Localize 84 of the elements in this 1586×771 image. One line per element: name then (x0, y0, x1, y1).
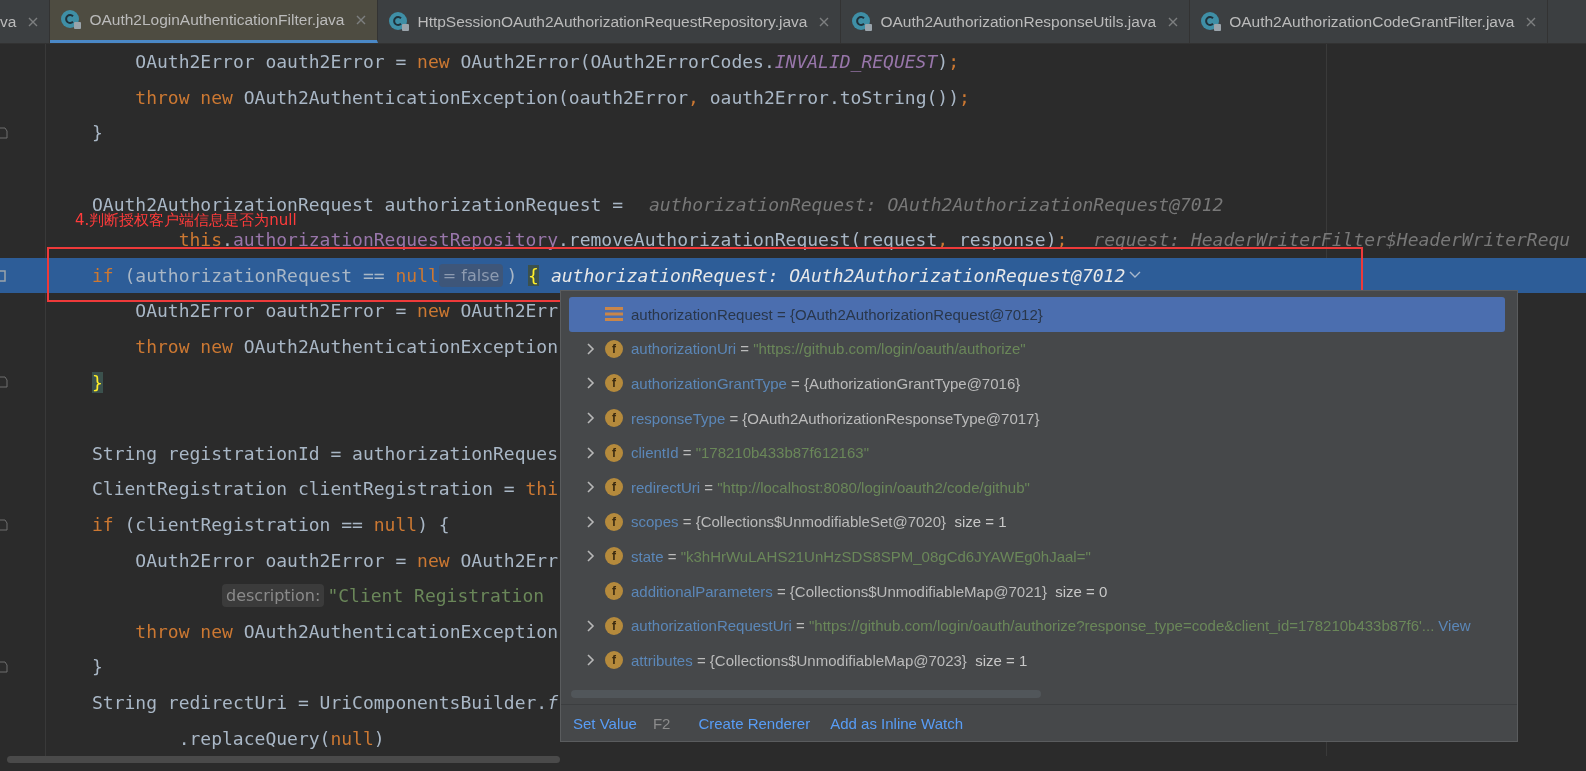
field-icon: f (605, 582, 623, 601)
variable-text: additionalParameters = {Collections$UnmodifiableMap@7021} size = 0 (631, 582, 1108, 600)
action-link[interactable]: Add as Inline Watch (830, 714, 964, 732)
inlay-hint: description: (222, 584, 325, 608)
variable-row[interactable]: f authorizationRequestUri = "https://github.com/login/oauth/authorize?response_type=code&client_id=178210b433b87f6'... View (569, 608, 1505, 643)
action-link[interactable]: Set Value (573, 714, 637, 732)
variable-row[interactable]: f responseType = {OAuth2AuthorizationResponseType@7017} (569, 400, 1505, 436)
variable-row[interactable]: f redirectUri = "http://localhost:8080/login/oauth2/code/github" (569, 469, 1505, 505)
code-text: throw new OAuth2AuthenticationException (135, 336, 558, 358)
field-icon: f (605, 478, 623, 497)
variable-text: authorizationRequest = {OAuth2AuthorizationRequest@7012} (631, 305, 1043, 323)
code-text: if (clientRegistration == null) { (92, 514, 450, 535)
action-link[interactable]: Create Renderer (698, 714, 811, 732)
variable-text: authorizationGrantType = {AuthorizationGrantType@7016} (631, 375, 1021, 392)
expand-icon[interactable] (587, 654, 595, 667)
expand-icon[interactable] (587, 446, 595, 459)
variable-text: authorizationRequestUri = "https://github.com/login/oauth/authorize?response_type=code&client_id=178210b433b87f6'... (631, 617, 1435, 635)
code-text: String redirectUri = UriComponentsBuilder.f (92, 692, 558, 713)
expand-icon[interactable] (587, 550, 595, 563)
expand-icon[interactable] (587, 619, 595, 632)
code-text: "Client Registration (327, 585, 545, 607)
variable-row[interactable]: f clientId = "178210b433b87f612163" (569, 435, 1505, 470)
variable-row[interactable]: f scopes = {Collections$UnmodifiableSet@7020} size = 1 (569, 504, 1505, 540)
code-text: OAuth2Error oauth2Error = new OAuth2Err (135, 549, 558, 571)
fold-icon[interactable] (0, 661, 8, 674)
close-icon[interactable] (818, 15, 831, 28)
fold-icon[interactable] (0, 376, 8, 389)
close-icon[interactable] (355, 14, 368, 26)
close-icon[interactable] (1525, 15, 1538, 28)
code-text: throw new OAuth2AuthenticationException (135, 620, 558, 642)
code-text: OAuth2Error oauth2Error = new OAuth2Error(OAuth2ErrorCodes.INVALID_REQUEST); (135, 51, 959, 73)
code-text: .replaceQuery(null) (178, 727, 385, 749)
code-text: } (92, 371, 103, 393)
code-text: String registrationId = authorizationReques (92, 442, 558, 464)
field-icon: f (605, 339, 623, 358)
variable-text: scopes = {Collections$UnmodifiableSet@7020} size = 1 (631, 513, 1007, 531)
variable-text: authorizationUri = "https://github.com/login/oauth/authorize" (631, 340, 1026, 358)
variable-row[interactable]: authorizationRequest = {OAuth2AuthorizationRequest@7012} (569, 297, 1505, 332)
variable-text: state = "k3hHrWuLAHS21UnHzSDS8SPM_08gCd6JYAWEg0hJaal=" (631, 547, 1091, 565)
code-text: } (92, 656, 103, 678)
execution-point-icon (0, 268, 8, 283)
field-icon: f (605, 409, 623, 428)
variable-row[interactable]: f authorizationUri = "https://github.com/login/oauth/authorize" (569, 331, 1505, 367)
variable-text: clientId = "178210b433b87f612163" (631, 444, 869, 462)
debug-value: authorizationRequest: OAuth2AuthorizationRequest@7012 (550, 264, 1126, 286)
field-icon: f (605, 651, 623, 670)
fold-icon[interactable] (0, 127, 8, 140)
chevron-down-icon[interactable] (1129, 271, 1142, 280)
fold-icon[interactable] (0, 518, 8, 531)
field-icon: f (605, 616, 623, 635)
field-icon: f (605, 512, 623, 531)
expand-icon[interactable] (587, 412, 595, 425)
field-icon: f (605, 547, 623, 566)
code-text: } (92, 122, 103, 144)
expand-icon[interactable] (587, 481, 595, 494)
file-tab[interactable]: OAuth2LoginAuthenticationFilter.java (50, 0, 379, 43)
code-text: OAuth2Error oauth2Error = new OAuth2Err (135, 300, 558, 322)
inlay-hint: = false (438, 263, 504, 287)
variable-text: attributes = {Collections$UnmodifiableMap@7023} size = 1 (631, 651, 1028, 669)
scrollbar[interactable] (7, 756, 560, 763)
code-text: ) { (506, 264, 539, 286)
variable-text: responseType = {OAuth2AuthorizationResponseType@7017} (631, 409, 1040, 427)
variable-row[interactable]: f authorizationGrantType = {AuthorizationGrantType@7016} (569, 366, 1505, 401)
expand-icon[interactable] (587, 377, 595, 390)
variable-text: redirectUri = "http://localhost:8080/login/oauth2/code/github" (631, 478, 1030, 496)
field-icon: f (605, 374, 623, 393)
close-icon[interactable] (1167, 15, 1180, 28)
code-text: throw new OAuth2AuthenticationException(oauth2Error, oauth2Error.toString()); (135, 86, 970, 108)
expand-icon[interactable] (587, 515, 595, 528)
variable-row[interactable]: f additionalParameters = {Collections$UnmodifiableMap@7021} size = 0 (569, 573, 1505, 609)
debug-value: request: HeaderWriterFilter$HeaderWriterRequ (1093, 229, 1571, 251)
shortcut-text: F2 (652, 714, 671, 732)
code-text: if (authorizationRequest == null (92, 264, 439, 286)
debug-value: authorizationRequest: OAuth2AuthorizationRequest@7012 (649, 193, 1224, 215)
view-link[interactable]: View (1438, 617, 1471, 635)
object-icon (605, 306, 623, 323)
expand-icon[interactable] (587, 342, 595, 355)
variable-row[interactable]: f attributes = {Collections$UnmodifiableMap@7023} size = 1 (569, 642, 1505, 678)
code-text: ClientRegistration clientRegistration = thi (92, 478, 558, 500)
file-tab[interactable]: HttpSessionOAuth2AuthorizationRequestRepository.java (378, 0, 842, 43)
file-tab[interactable]: OAuth2AuthorizationResponseUtils.java (841, 0, 1191, 43)
variable-row[interactable]: f state = "k3hHrWuLAHS21UnHzSDS8SPM_08gCd6JYAWEg0hJaal=" (569, 539, 1505, 574)
field-icon: f (605, 443, 623, 462)
close-icon[interactable] (27, 15, 40, 28)
